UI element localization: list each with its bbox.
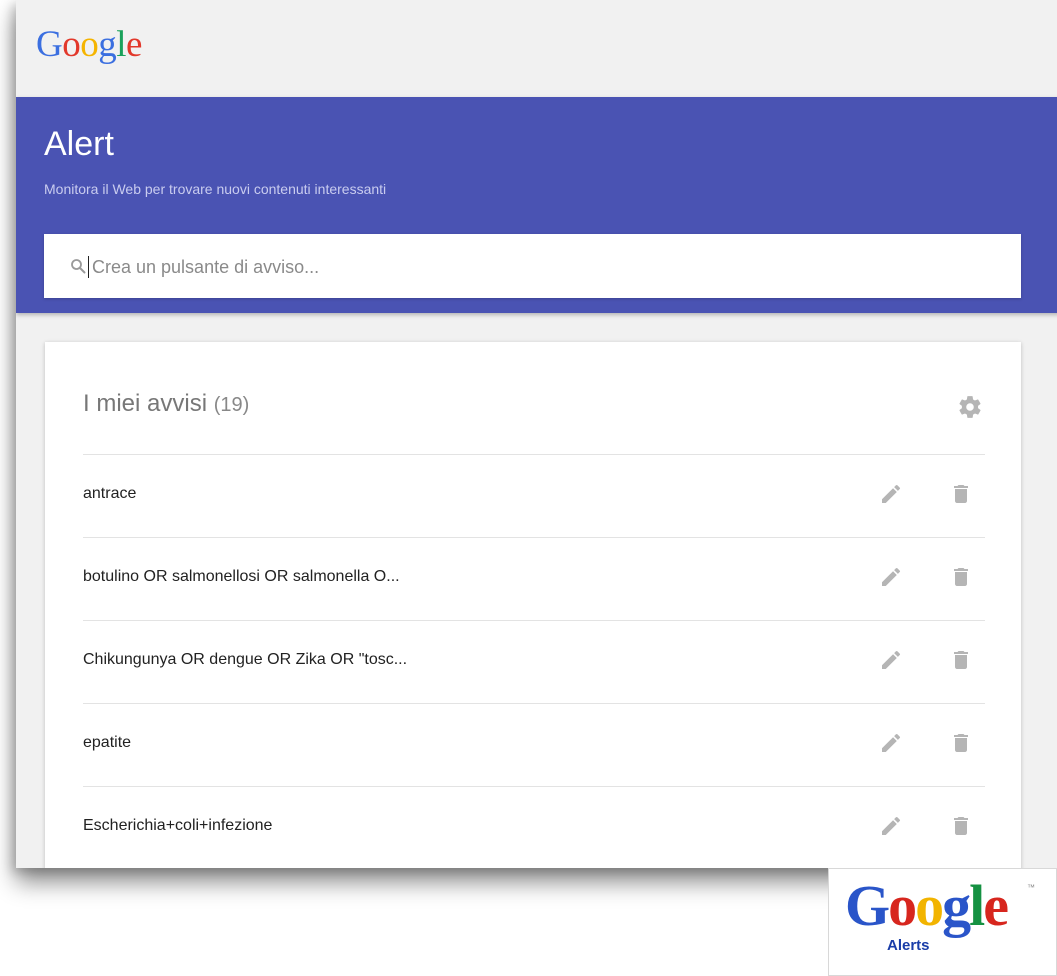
badge-letter: g: [942, 873, 971, 938]
alerts-title-text: I miei avvisi: [83, 390, 208, 417]
pencil-icon[interactable]: [879, 814, 903, 838]
badge-letter: o: [915, 873, 944, 938]
google-alerts-logo: Google ™ Alerts: [828, 868, 1057, 976]
trademark-mark: ™: [1027, 883, 1035, 892]
pencil-icon[interactable]: [879, 731, 903, 755]
text-cursor: [88, 256, 89, 278]
logo-letter: o: [62, 24, 81, 65]
alerts-card: I miei avvisi (19) antrace botulino OR s…: [45, 342, 1021, 868]
top-bar: Google: [16, 0, 1057, 96]
alerts-list: antrace botulino OR salmonellosi OR salm…: [83, 454, 985, 868]
logo-letter: G: [36, 24, 63, 65]
badge-subtitle: Alerts: [887, 937, 930, 954]
alerts-title: I miei avvisi (19): [83, 390, 249, 418]
list-item[interactable]: Escherichia+coli+infezione: [83, 786, 985, 868]
google-logo[interactable]: Google: [36, 26, 142, 63]
alerts-count: (19): [213, 394, 250, 416]
alert-label[interactable]: botulino OR salmonellosi OR salmonella O…: [83, 568, 400, 586]
alert-label[interactable]: Chikungunya OR dengue OR Zika OR "tosc..…: [83, 651, 407, 669]
hero-banner: Alert Monitora il Web per trovare nuovi …: [16, 97, 1057, 313]
pencil-icon[interactable]: [879, 482, 903, 506]
list-item[interactable]: Chikungunya OR dengue OR Zika OR "tosc..…: [83, 620, 985, 703]
trash-icon[interactable]: [949, 565, 973, 589]
search-input[interactable]: [90, 248, 994, 286]
trash-icon[interactable]: [949, 482, 973, 506]
badge-wordmark: Google: [845, 873, 1009, 938]
badge-letter: l: [969, 873, 985, 938]
logo-letter: o: [80, 24, 99, 65]
alert-label[interactable]: epatite: [83, 734, 131, 752]
gear-icon[interactable]: [957, 394, 983, 420]
list-item[interactable]: antrace: [83, 454, 985, 537]
badge-letter: o: [888, 873, 917, 938]
trash-icon[interactable]: [949, 648, 973, 672]
page-title: Alert: [44, 125, 114, 163]
logo-letter: l: [116, 24, 127, 65]
pencil-icon[interactable]: [879, 565, 903, 589]
logo-letter: e: [126, 24, 142, 65]
app-window: Google Alert Monitora il Web per trovare…: [16, 0, 1057, 868]
badge-letter: G: [845, 873, 890, 938]
list-item[interactable]: epatite: [83, 703, 985, 786]
logo-letter: g: [98, 24, 117, 65]
search-icon: [71, 259, 86, 274]
trash-icon[interactable]: [949, 814, 973, 838]
page-subtitle: Monitora il Web per trovare nuovi conten…: [44, 181, 387, 197]
pencil-icon[interactable]: [879, 648, 903, 672]
alert-label[interactable]: Escherichia+coli+infezione: [83, 817, 272, 835]
search-box[interactable]: [44, 234, 1021, 298]
list-item[interactable]: botulino OR salmonellosi OR salmonella O…: [83, 537, 985, 620]
badge-letter: e: [983, 873, 1009, 938]
trash-icon[interactable]: [949, 731, 973, 755]
alert-label[interactable]: antrace: [83, 485, 136, 503]
